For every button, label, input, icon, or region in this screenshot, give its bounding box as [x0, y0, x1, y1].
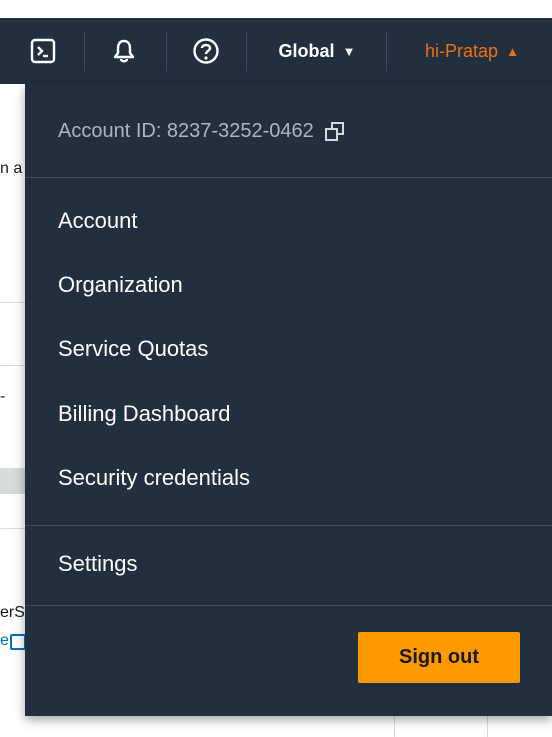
user-label: hi-Pratap	[425, 40, 499, 61]
nav-divider	[386, 31, 387, 71]
menu-item-account[interactable]: Account	[58, 208, 138, 234]
menu-item-settings[interactable]: Settings	[58, 551, 138, 577]
account-id-row: Account ID: 8237-3252-0462	[58, 120, 346, 143]
menu-divider	[25, 177, 552, 178]
user-menu-button[interactable]: hi-Pratap ▲	[402, 18, 542, 84]
bg-text-fragment: n a	[0, 160, 23, 177]
bg-panel	[394, 715, 488, 737]
top-navbar: Global ▼ hi-Pratap ▲	[0, 18, 552, 84]
menu-item-organization[interactable]: Organization	[58, 272, 183, 298]
bg-divider	[0, 365, 25, 366]
help-icon[interactable]	[190, 18, 222, 84]
region-selector[interactable]: Global ▼	[262, 18, 372, 84]
external-link-icon[interactable]	[10, 634, 26, 650]
menu-item-service-quotas[interactable]: Service Quotas	[58, 336, 208, 362]
sign-out-button[interactable]: Sign out	[358, 632, 520, 683]
bg-text-fragment: erS	[0, 604, 25, 621]
cloudshell-icon[interactable]	[28, 18, 58, 84]
nav-divider	[84, 31, 85, 71]
bg-link-fragment[interactable]: e	[0, 632, 9, 650]
menu-divider	[25, 605, 552, 606]
menu-divider	[25, 525, 552, 526]
region-label: Global	[278, 40, 335, 61]
menu-item-billing-dashboard[interactable]: Billing Dashboard	[58, 401, 230, 427]
nav-divider	[166, 31, 167, 71]
copy-icon[interactable]	[324, 121, 346, 143]
nav-divider	[246, 31, 247, 71]
caret-down-icon: ▼	[342, 43, 356, 59]
bg-divider	[0, 302, 25, 303]
bg-scrollbar[interactable]	[0, 468, 25, 494]
account-id-text: Account ID: 8237-3252-0462	[58, 120, 314, 142]
bg-divider	[0, 528, 25, 529]
menu-item-security-credentials[interactable]: Security credentials	[58, 465, 250, 491]
bell-icon[interactable]	[108, 18, 140, 84]
caret-up-icon: ▲	[506, 43, 519, 59]
account-dropdown: Account ID: 8237-3252-0462 Account Organ…	[25, 84, 552, 716]
bg-text-fragment: -	[0, 388, 6, 405]
